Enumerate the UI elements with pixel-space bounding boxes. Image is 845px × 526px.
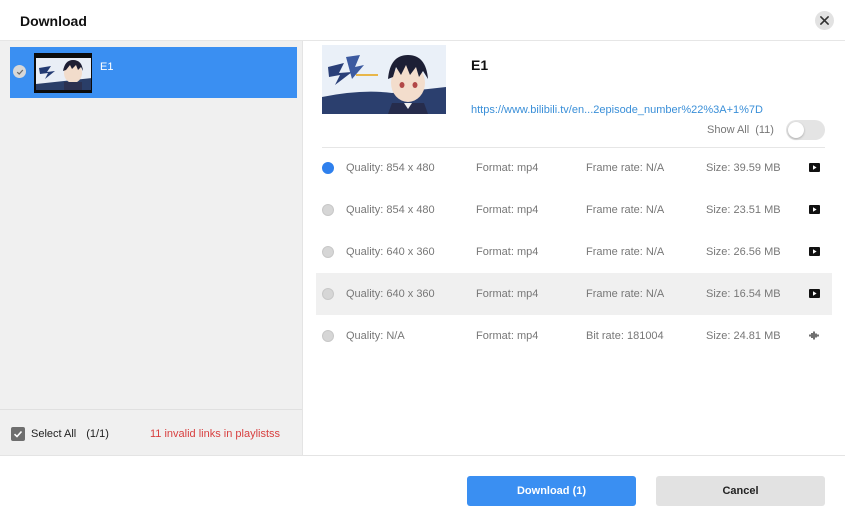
audio-icon <box>808 329 820 341</box>
download-button[interactable]: Download (1) <box>467 476 636 506</box>
format-quality: Quality: 854 x 480 <box>346 162 435 174</box>
format-rate: Frame rate: N/A <box>586 162 665 174</box>
toggle-knob <box>788 122 804 138</box>
radio-unselected[interactable] <box>322 246 334 258</box>
format-option[interactable]: Quality: 854 x 480 Format: mp4 Frame rat… <box>316 147 832 189</box>
close-icon <box>820 16 829 25</box>
select-all-checkbox[interactable]: Select All (1/1) <box>11 427 109 441</box>
show-all-count: (11) <box>755 124 774 136</box>
format-quality: Quality: N/A <box>346 330 405 342</box>
select-all-count: (1/1) <box>86 428 109 440</box>
video-thumbnail <box>322 45 446 114</box>
radio-unselected[interactable] <box>322 204 334 216</box>
video-icon <box>808 203 820 215</box>
format-type: Format: mp4 <box>476 288 539 300</box>
show-all-label: Show All (11) <box>707 124 774 136</box>
format-type: Format: mp4 <box>476 330 539 342</box>
playlist-panel: E1 Select All (1/1) 11 invalid links in … <box>0 41 303 455</box>
format-option[interactable]: Quality: 854 x 480 Format: mp4 Frame rat… <box>316 189 832 231</box>
format-quality: Quality: 640 x 360 <box>346 288 435 300</box>
video-title: E1 <box>471 57 489 73</box>
invalid-links-text: 11 invalid links in playlistss <box>150 428 281 440</box>
video-icon <box>808 287 820 299</box>
format-size: Size: 26.56 MB <box>706 246 781 258</box>
format-size: Size: 16.54 MB <box>706 288 781 300</box>
format-size: Size: 23.51 MB <box>706 204 781 216</box>
format-option[interactable]: Quality: 640 x 360 Format: mp4 Frame rat… <box>316 231 832 273</box>
close-button[interactable] <box>815 11 834 30</box>
dialog-title: Download <box>20 13 87 29</box>
format-quality: Quality: 854 x 480 <box>346 204 435 216</box>
format-list: Quality: 854 x 480 Format: mp4 Frame rat… <box>316 147 832 357</box>
radio-unselected[interactable] <box>322 288 334 300</box>
format-rate: Frame rate: N/A <box>586 246 665 258</box>
item-title: E1 <box>100 61 114 73</box>
format-option[interactable]: Quality: N/A Format: mp4 Bit rate: 18100… <box>316 315 832 357</box>
footer-divider <box>0 455 845 456</box>
playlist-item[interactable]: E1 <box>10 47 297 98</box>
format-type: Format: mp4 <box>476 162 539 174</box>
format-size: Size: 24.81 MB <box>706 330 781 342</box>
select-all-label: Select All <box>31 428 77 440</box>
radio-unselected[interactable] <box>322 330 334 342</box>
item-thumbnail <box>34 53 92 93</box>
format-rate: Bit rate: 181004 <box>586 330 664 342</box>
checkbox-checked-icon[interactable] <box>11 427 25 441</box>
show-all-toggle[interactable] <box>786 120 825 140</box>
cancel-button[interactable]: Cancel <box>656 476 825 506</box>
dialog-titlebar: Download <box>0 0 845 41</box>
playlist-footer: Select All (1/1) 11 invalid links in pla… <box>0 409 302 455</box>
format-type: Format: mp4 <box>476 204 539 216</box>
format-rate: Frame rate: N/A <box>586 288 665 300</box>
format-option[interactable]: Quality: 640 x 360 Format: mp4 Frame rat… <box>316 273 832 315</box>
video-url-link[interactable]: https://www.bilibili.tv/en...2episode_nu… <box>471 104 763 116</box>
format-size: Size: 39.59 MB <box>706 162 781 174</box>
video-icon <box>808 161 820 173</box>
item-check-icon[interactable] <box>13 65 26 78</box>
video-icon <box>808 245 820 257</box>
radio-selected[interactable] <box>322 162 334 174</box>
format-quality: Quality: 640 x 360 <box>346 246 435 258</box>
format-type: Format: mp4 <box>476 246 539 258</box>
format-rate: Frame rate: N/A <box>586 204 665 216</box>
show-all-text: Show All <box>707 124 750 136</box>
